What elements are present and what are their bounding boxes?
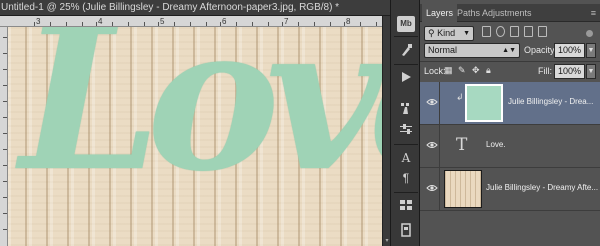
lock-transparent-pixels-icon[interactable]: ▦ xyxy=(444,65,453,75)
brush-icon[interactable] xyxy=(395,98,417,118)
chevron-down-icon: ▲▼ xyxy=(502,47,516,54)
paragraph-panel-icon[interactable]: ¶ xyxy=(395,168,417,188)
ruler-number: 5 xyxy=(160,17,165,26)
chevron-down-icon: ▼ xyxy=(463,30,470,37)
type-layer-icon: T xyxy=(456,135,468,155)
filter-kind-value: Kind xyxy=(437,28,456,38)
blend-opacity-row: Normal ▲▼ Opacity: 100% ▼ xyxy=(420,42,600,62)
horizontal-ruler: 3 4 5 6 7 8 xyxy=(0,16,382,27)
filter-kind-dropdown[interactable]: ⚲ Kind ▼ xyxy=(424,26,474,41)
tab-layers[interactable]: Layers xyxy=(422,4,458,22)
swatches-icon[interactable] xyxy=(395,196,417,216)
shape-filter-icon[interactable] xyxy=(524,26,533,37)
eye-icon xyxy=(426,142,438,148)
document-tab[interactable]: Untitled-1 @ 25% (Julie Billingsley - Dr… xyxy=(0,0,390,16)
blend-mode-dropdown[interactable]: Normal ▲▼ xyxy=(424,43,520,58)
clipping-mask-arrow-icon: ↲ xyxy=(456,92,464,102)
ruler-number: 6 xyxy=(222,17,227,26)
type-filter-icon[interactable] xyxy=(510,26,519,37)
layer-name[interactable]: Julie Billingsley - Dreamy Afte... xyxy=(486,182,598,194)
visibility-toggle[interactable] xyxy=(424,125,440,167)
ruler-number: 8 xyxy=(346,17,351,26)
pixel-filter-icon[interactable] xyxy=(482,26,491,37)
ruler-number: 4 xyxy=(98,17,103,26)
mini-bridge-icon[interactable]: Mb xyxy=(397,16,415,32)
layer-comps-icon[interactable] xyxy=(395,220,417,240)
layer-filter-row: ⚲ Kind ▼ xyxy=(420,24,600,44)
lock-fill-row: Lock: ▦ ✎ ✥ 🔒︎ Fill: 100% ▼ xyxy=(420,62,600,82)
visibility-toggle[interactable] xyxy=(424,168,440,210)
adjustments-sliders-icon[interactable] xyxy=(395,120,417,140)
tab-adjustments[interactable]: Adjustments xyxy=(478,4,536,22)
lock-all-icon[interactable]: 🔒︎ xyxy=(486,65,491,75)
lock-label: Lock: xyxy=(424,66,446,76)
smart-object-filter-icon[interactable] xyxy=(538,26,547,37)
eye-icon xyxy=(426,99,438,105)
opacity-input[interactable]: 100% xyxy=(554,43,585,58)
layer-row-image[interactable]: Julie Billingsley - Dreamy Afte... xyxy=(420,168,600,211)
visibility-toggle[interactable] xyxy=(424,82,440,124)
layer-thumbnail[interactable] xyxy=(444,170,482,208)
vertical-ruler xyxy=(0,27,8,246)
layer-row-type[interactable]: T Love. xyxy=(420,125,600,168)
vertical-scrollbar[interactable]: ▾ xyxy=(382,16,390,246)
filter-toggle-icon[interactable] xyxy=(586,30,593,37)
layer-name[interactable]: Love. xyxy=(486,139,506,151)
character-panel-icon[interactable]: A xyxy=(395,148,417,168)
panel-toolstrip: Mb A ¶ xyxy=(390,0,420,246)
adjustment-filter-icon[interactable] xyxy=(496,26,505,37)
search-icon: ⚲ xyxy=(428,28,435,38)
layer-row-clipped-image[interactable]: ↲ Julie Billingsley - Drea... xyxy=(420,82,600,125)
fill-input[interactable]: 100% xyxy=(554,64,585,79)
fill-slider-button[interactable]: ▼ xyxy=(586,64,596,79)
brush-presets-icon[interactable] xyxy=(395,40,417,60)
love-text-layer[interactable]: Love xyxy=(20,27,382,199)
lock-image-pixels-icon[interactable]: ✎ xyxy=(458,65,466,75)
eye-icon xyxy=(426,185,438,191)
lock-position-icon[interactable]: ✥ xyxy=(472,65,480,75)
blend-mode-value: Normal xyxy=(428,45,458,55)
opacity-label: Opacity: xyxy=(524,45,558,55)
document-canvas[interactable]: Love xyxy=(8,27,382,246)
layer-name[interactable]: Julie Billingsley - Drea... xyxy=(508,96,593,108)
panel-menu-icon[interactable]: ≡ xyxy=(591,4,596,22)
panel-tab-bar: Layers Paths Adjustments ≡ xyxy=(420,4,600,22)
fill-label: Fill: xyxy=(538,66,552,76)
layers-panel: Layers Paths Adjustments ≡ ⚲ Kind ▼ Norm… xyxy=(420,0,600,246)
ruler-number: 7 xyxy=(284,17,289,26)
opacity-slider-button[interactable]: ▼ xyxy=(586,43,596,58)
document-title: Untitled-1 @ 25% (Julie Billingsley - Dr… xyxy=(1,2,340,13)
ruler-number: 3 xyxy=(36,17,41,26)
play-actions-icon[interactable] xyxy=(395,68,417,88)
layer-thumbnail[interactable] xyxy=(465,84,503,122)
